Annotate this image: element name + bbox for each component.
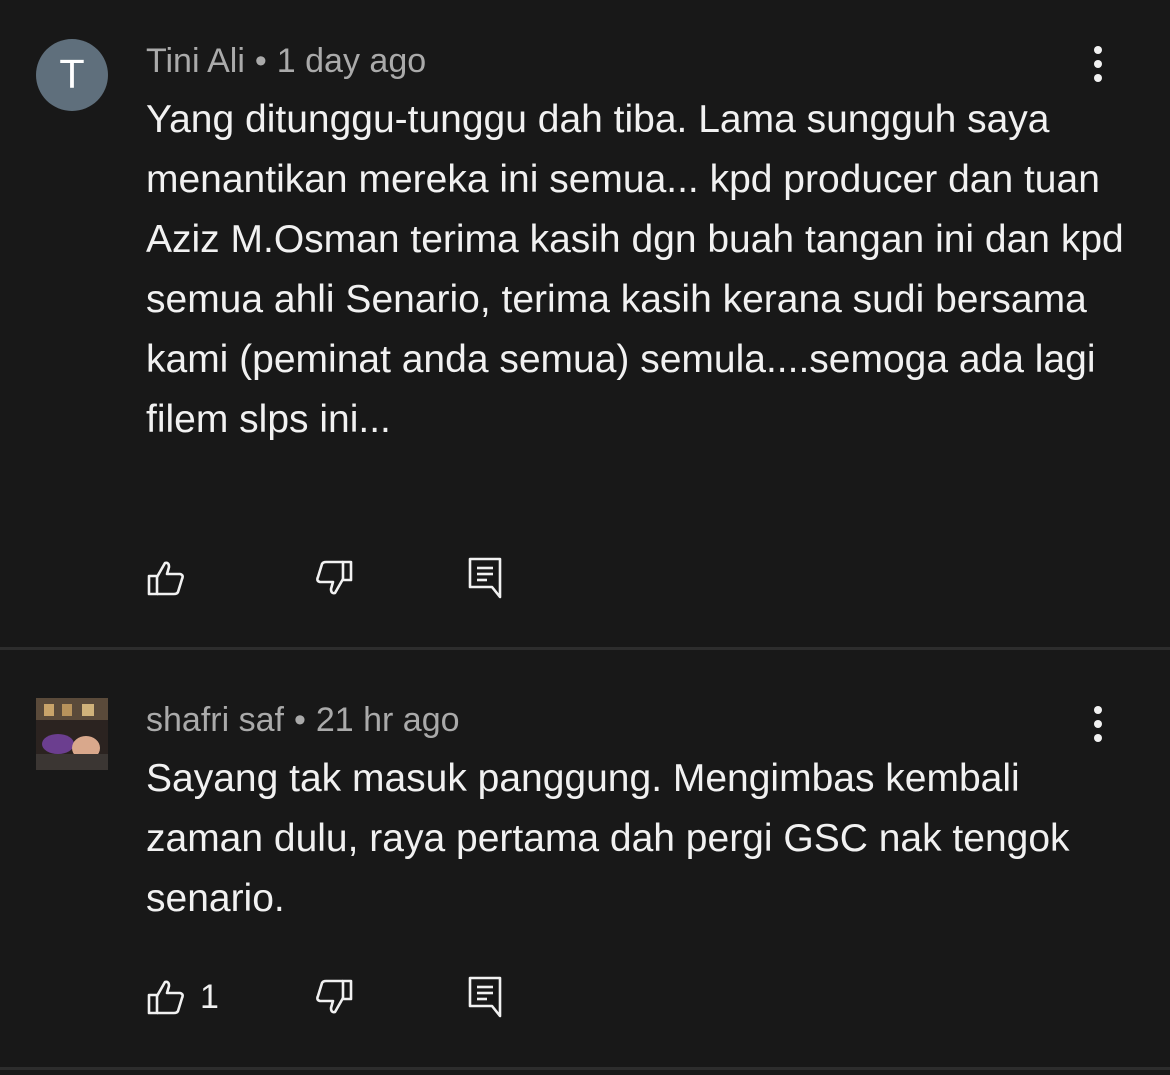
thumbs-down-icon — [316, 560, 353, 595]
like-count: 1 — [200, 977, 219, 1016]
thumbs-up-icon — [147, 980, 184, 1015]
comment-time: 1 day ago — [276, 42, 427, 80]
divider — [0, 1067, 1170, 1070]
more-vertical-icon — [1094, 706, 1102, 742]
comments-list: T Tini Ali • 1 day ago Yang ditunggu-tungg… — [0, 0, 1170, 1075]
like-button[interactable] — [146, 556, 200, 600]
more-options-button[interactable] — [1082, 704, 1114, 744]
reply-icon — [468, 557, 502, 599]
avatar-letter: T — [60, 53, 84, 97]
comment-time: 21 hr ago — [315, 701, 460, 739]
reply-button[interactable] — [466, 975, 504, 1019]
avatar-photo — [36, 698, 108, 770]
comment-text: Yang ditunggu-tunggu dah tiba. Lama sung… — [146, 98, 1124, 441]
thumbs-down-icon — [316, 979, 353, 1014]
dislike-button[interactable] — [314, 556, 354, 600]
like-button[interactable]: 1 — [146, 975, 219, 1019]
meta-separator: • — [254, 42, 267, 80]
thumbs-up-icon — [147, 561, 184, 596]
author-name[interactable]: Tini Ali — [146, 42, 245, 80]
meta-separator: • — [293, 701, 306, 739]
comment-item: shafri saf • 21 hr ago Sayang tak masuk pa… — [0, 650, 1170, 1067]
comment-actions: 1 — [146, 975, 546, 1019]
comment-actions — [146, 556, 546, 600]
comment-item: T Tini Ali • 1 day ago Yang ditunggu-tungg… — [0, 0, 1170, 647]
comment-text: Sayang tak masuk panggung. Mengimbas kem… — [146, 757, 1070, 920]
comment-meta: Tini Ali • 1 day ago — [146, 40, 426, 82]
avatar[interactable] — [36, 698, 108, 770]
more-options-button[interactable] — [1082, 44, 1114, 84]
avatar[interactable]: T — [36, 39, 108, 111]
reply-button[interactable] — [466, 556, 504, 600]
author-name[interactable]: shafri saf — [146, 701, 284, 739]
reply-icon — [468, 976, 502, 1018]
dislike-button[interactable] — [314, 975, 354, 1019]
more-vertical-icon — [1094, 46, 1102, 82]
comment-meta: shafri saf • 21 hr ago — [146, 699, 460, 741]
